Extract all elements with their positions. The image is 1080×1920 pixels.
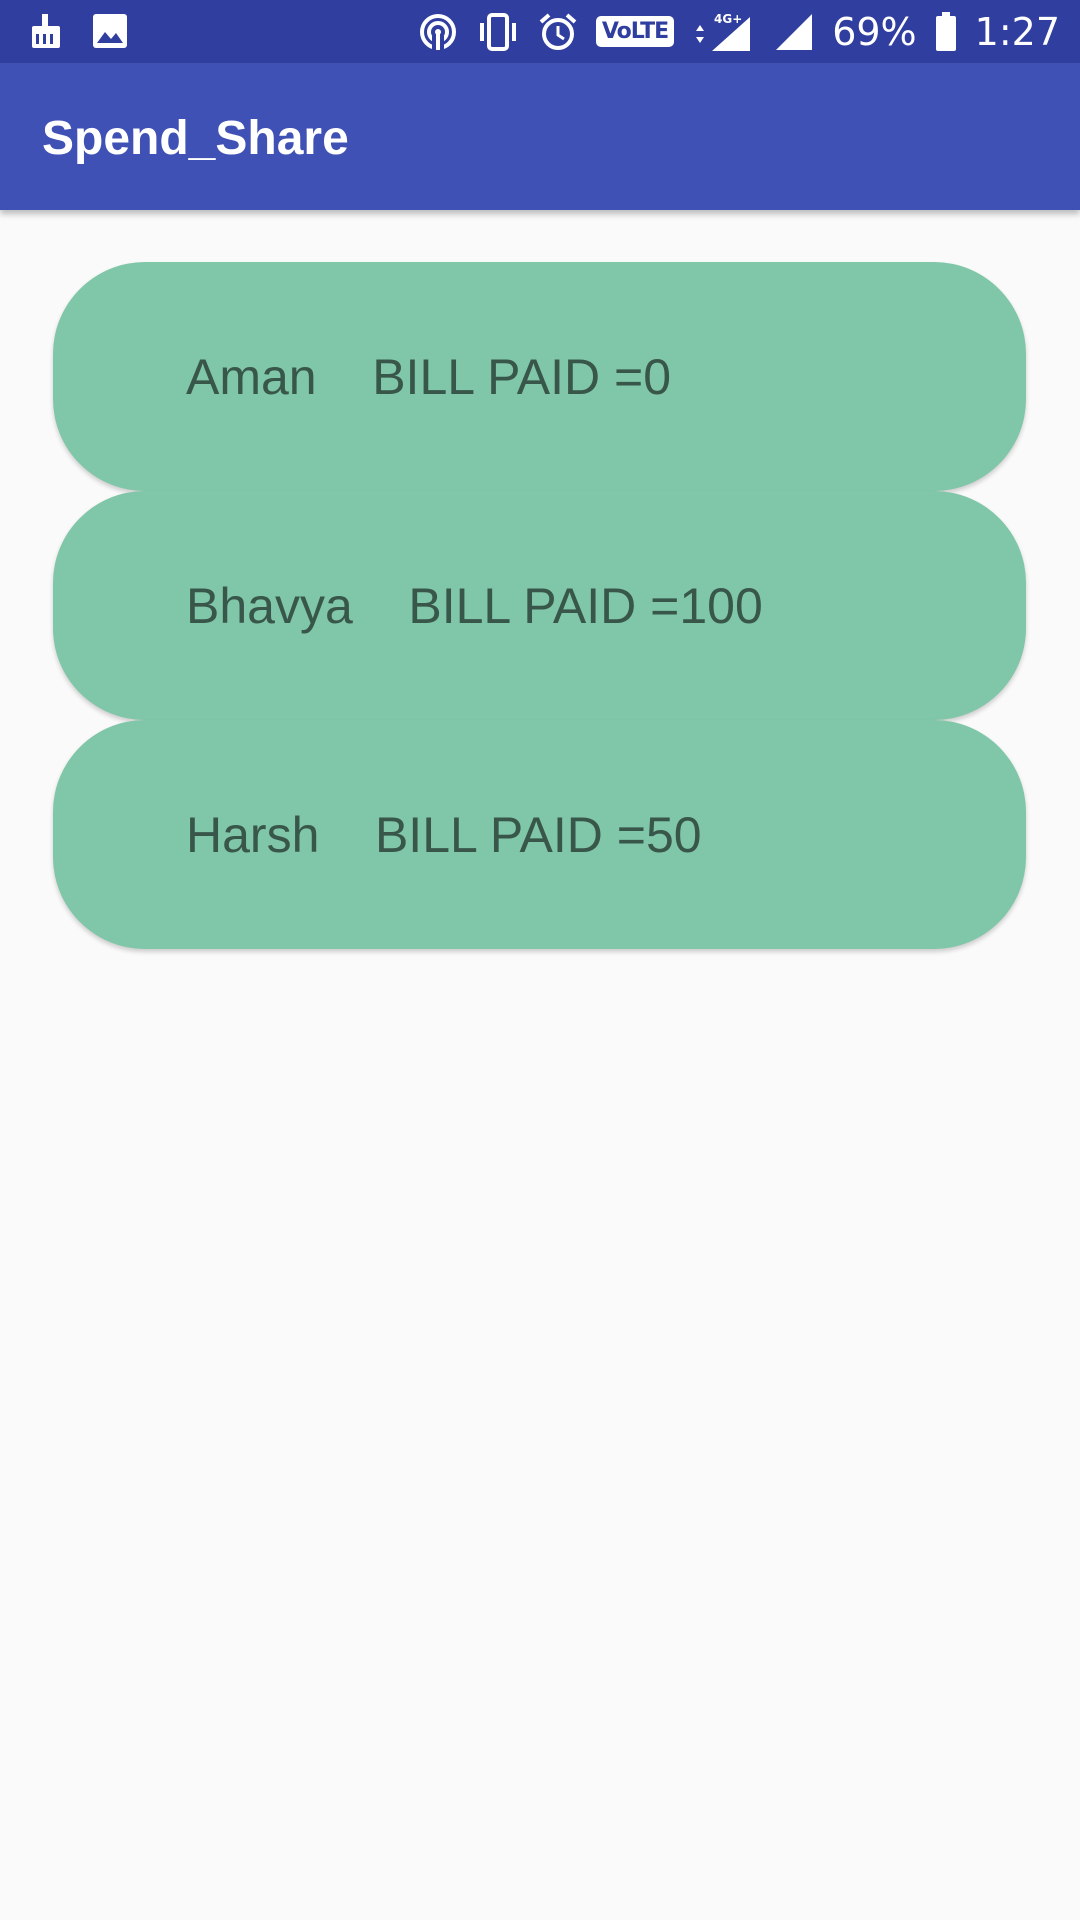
- member-name: Harsh: [186, 806, 320, 863]
- app-bar: Spend_Share: [0, 63, 1080, 210]
- page-title: Spend_Share: [42, 112, 349, 165]
- battery-icon: [935, 11, 957, 52]
- signal-icon: [774, 12, 814, 52]
- bill-label: BILL PAID =: [374, 806, 646, 863]
- bill-label: BILL PAID =: [408, 577, 680, 634]
- bill-label: BILL PAID =: [372, 348, 644, 405]
- bill-list: Aman BILL PAID =0 Bhavya BILL PAID =100 …: [53, 262, 1026, 949]
- cleaner-icon: [28, 12, 64, 50]
- member-name: Aman: [186, 348, 317, 405]
- status-right-icons: VoLTE 4G+ 69% 1:27: [418, 0, 1060, 63]
- vibrate-icon: [476, 12, 520, 52]
- list-item-text: Aman BILL PAID =0: [186, 348, 671, 406]
- list-item-text: Harsh BILL PAID =50: [186, 806, 702, 864]
- bill-amount: 100: [679, 577, 763, 634]
- volte-badge: VoLTE: [595, 16, 675, 47]
- list-item[interactable]: Harsh BILL PAID =50: [53, 720, 1026, 949]
- hotspot-icon: [418, 12, 458, 52]
- member-name: Bhavya: [186, 577, 353, 634]
- signal-4g-icon: 4G+: [692, 11, 756, 53]
- list-item[interactable]: Bhavya BILL PAID =100: [53, 491, 1026, 720]
- battery-percent: 69%: [832, 9, 917, 54]
- network-type-label: 4G+: [714, 12, 742, 26]
- status-bar: VoLTE 4G+ 69% 1:27: [0, 0, 1080, 63]
- status-left-icons: [28, 12, 128, 50]
- image-icon: [92, 13, 128, 49]
- list-item-text: Bhavya BILL PAID =100: [186, 577, 763, 635]
- clock: 1:27: [974, 9, 1060, 54]
- alarm-icon: [538, 12, 578, 52]
- bill-amount: 50: [645, 806, 702, 863]
- bill-amount: 0: [643, 348, 671, 405]
- list-item[interactable]: Aman BILL PAID =0: [53, 262, 1026, 491]
